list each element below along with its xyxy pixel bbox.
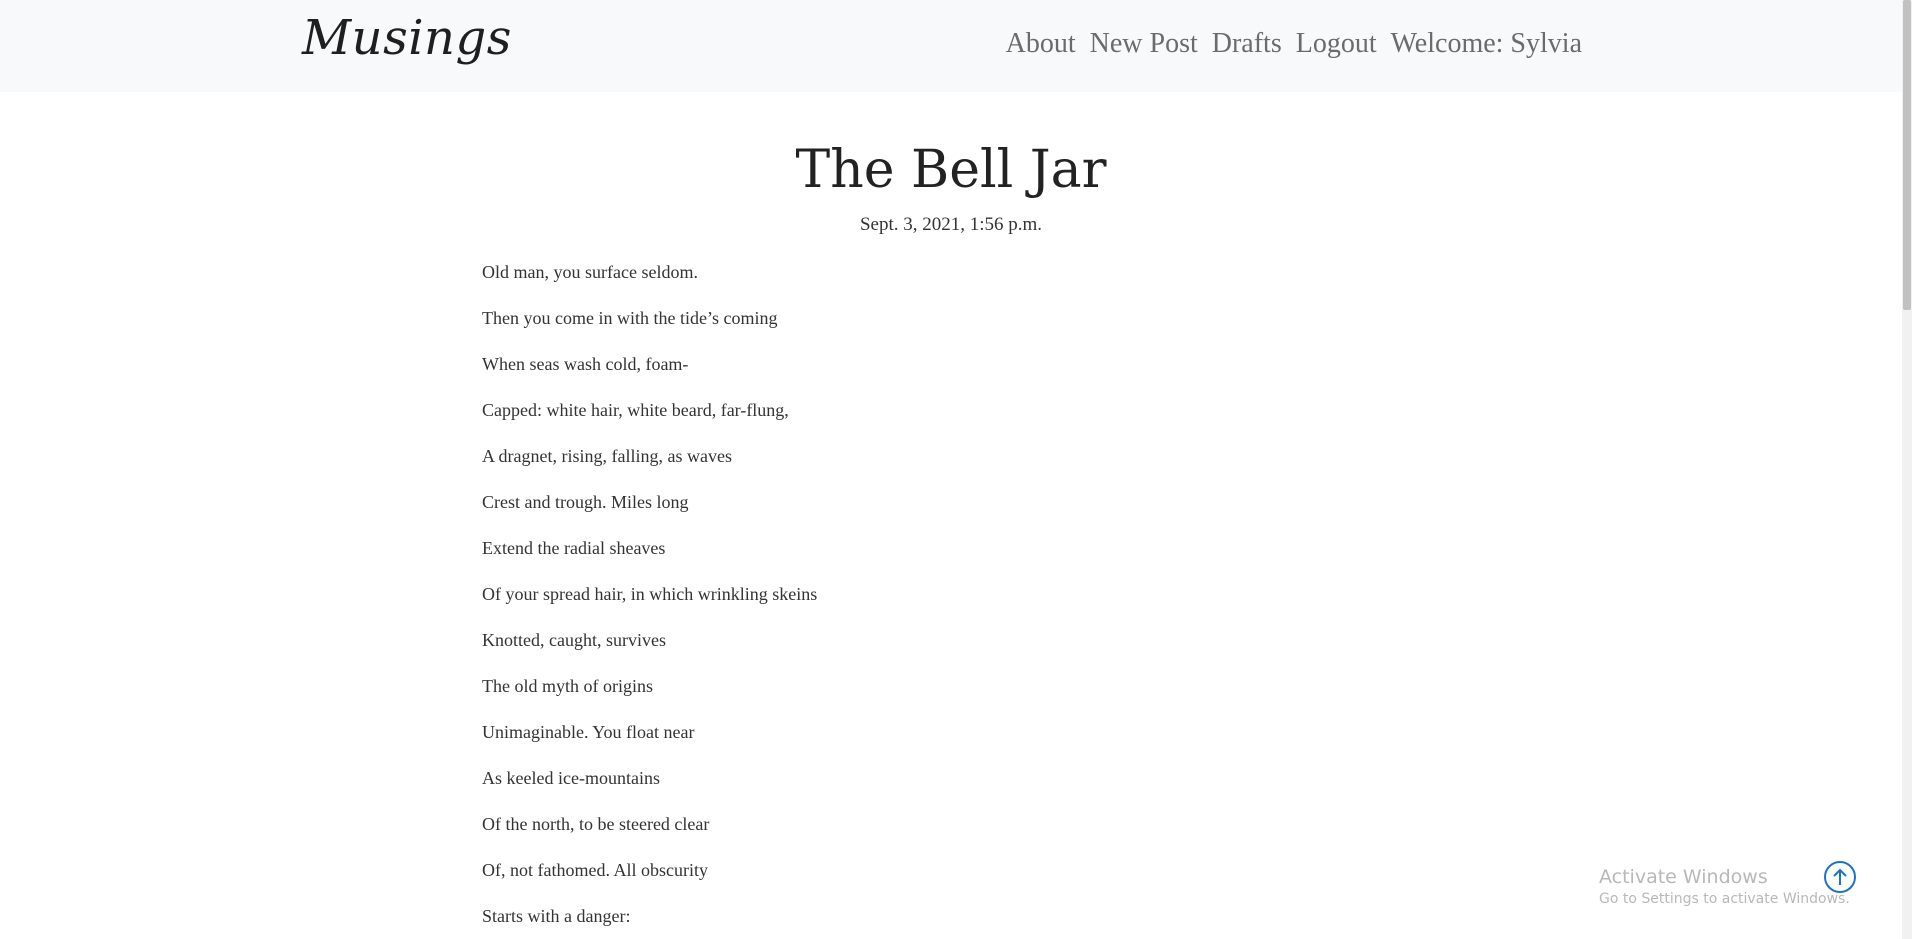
scrollbar-thumb[interactable] bbox=[1903, 0, 1911, 310]
post-body: Old man, you surface seldom. Then you co… bbox=[482, 258, 817, 939]
poem-line: The old myth of origins bbox=[482, 676, 653, 696]
poem-line: Old man, you surface seldom. bbox=[482, 262, 698, 282]
poem-line: Unimaginable. You float near bbox=[482, 722, 695, 742]
nav-link-about[interactable]: About bbox=[1006, 28, 1076, 60]
navbar: Musings About New Post Drafts Logout Wel… bbox=[0, 0, 1902, 92]
poem-line: Crest and trough. Miles long bbox=[482, 492, 689, 512]
poem-line: Capped: white hair, white beard, far-flu… bbox=[482, 400, 789, 420]
poem-line: When seas wash cold, foam- bbox=[482, 354, 689, 374]
poem-line: Starts with a danger: bbox=[482, 906, 631, 926]
watermark-title: Activate Windows bbox=[1599, 866, 1768, 888]
arrow-up-circle-icon bbox=[1833, 868, 1847, 885]
poem-line: Of your spread hair, in which wrinkling … bbox=[482, 584, 818, 604]
nav-link-logout[interactable]: Logout bbox=[1296, 28, 1377, 60]
brand-logo[interactable]: Musings bbox=[302, 10, 512, 66]
watermark-subtitle: Go to Settings to activate Windows. bbox=[1599, 891, 1850, 907]
activate-windows-watermark: Activate Windows Go to Settings to activ… bbox=[1599, 865, 1850, 909]
post-date: Sept. 3, 2021, 1:56 p.m. bbox=[859, 214, 1043, 235]
post-title: The Bell Jar bbox=[795, 140, 1107, 200]
nav-links: About New Post Drafts Logout Welcome: Sy… bbox=[1006, 28, 1582, 60]
nav-link-welcome-user[interactable]: Welcome: Sylvia bbox=[1391, 28, 1582, 60]
scrollbar[interactable] bbox=[1902, 0, 1912, 939]
nav-link-new-post[interactable]: New Post bbox=[1090, 28, 1198, 60]
poem-line: A dragnet, rising, falling, as waves bbox=[482, 446, 732, 466]
poem-line: As keeled ice-mountains bbox=[482, 768, 660, 788]
poem-line: Then you come in with the tide’s coming bbox=[482, 308, 778, 328]
page: Musings About New Post Drafts Logout Wel… bbox=[0, 0, 1912, 939]
poem-line: Extend the radial sheaves bbox=[482, 538, 666, 558]
poem-line: Of the north, to be steered clear bbox=[482, 814, 710, 834]
poem-line: Of, not fathomed. All obscurity bbox=[482, 860, 708, 880]
nav-link-drafts[interactable]: Drafts bbox=[1212, 28, 1282, 60]
scroll-to-top-button[interactable] bbox=[1824, 861, 1856, 893]
poem-line: Knotted, caught, survives bbox=[482, 630, 666, 650]
